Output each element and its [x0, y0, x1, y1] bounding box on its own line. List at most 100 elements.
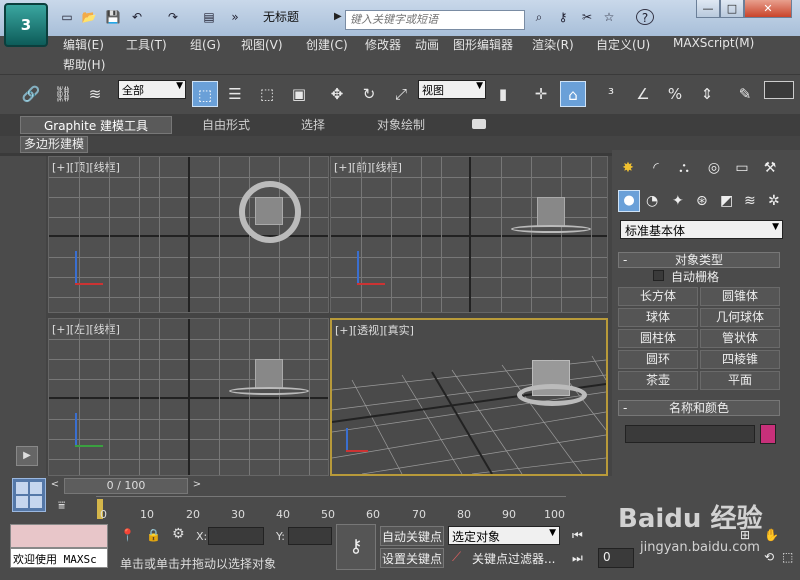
angle-snap-icon[interactable]: ∠ [630, 81, 656, 107]
go-to-start-icon[interactable]: ⏮ [572, 528, 583, 543]
menu-help[interactable]: 帮助(H) [63, 56, 105, 73]
project-icon[interactable]: ▤ [200, 9, 218, 25]
tools-icon[interactable]: ✂ [578, 9, 596, 25]
search-arrow-icon[interactable]: ▶ [334, 11, 342, 22]
tab-graphite[interactable]: Graphite 建模工具 [20, 116, 172, 134]
time-slider[interactable]: 0 / 100 [64, 478, 188, 494]
pyramid-button[interactable]: 四棱锥 [700, 350, 780, 369]
maxscript-listener[interactable] [10, 524, 108, 548]
space-warps-icon[interactable]: ≋ [744, 193, 756, 209]
tab-object-paint[interactable]: 对象绘制 [365, 116, 437, 134]
keyboard-shortcut-icon[interactable]: ⌂ [560, 81, 586, 107]
menu-rendering[interactable]: 渲染(R) [532, 36, 574, 53]
hierarchy-tab-icon[interactable]: ⛬ [672, 156, 696, 180]
torus-button[interactable]: 圆环 [618, 350, 698, 369]
rotate-icon[interactable]: ↻ [356, 81, 382, 107]
menu-edit[interactable]: 编辑(E) [63, 36, 104, 53]
help-icon[interactable]: ? [636, 9, 654, 25]
tab-freeform[interactable]: 自由形式 [190, 116, 262, 134]
set-key-button[interactable]: 设置关键点 [380, 548, 444, 568]
menu-modifiers[interactable]: 修改器 [365, 36, 401, 53]
layout-icon[interactable] [12, 478, 46, 512]
current-frame-field[interactable]: 0 [598, 548, 634, 568]
auto-key-button[interactable]: 自动关键点 [380, 526, 444, 546]
teapot-button[interactable]: 茶壶 [618, 371, 698, 390]
ribbon-options-icon[interactable] [472, 119, 486, 129]
menu-customize[interactable]: 自定义(U) [596, 36, 650, 53]
viewport-perspective[interactable]: [+][透视][真实] [330, 318, 608, 476]
box-object[interactable] [255, 359, 283, 389]
expand-arrow-icon[interactable]: ▶ [16, 446, 38, 466]
viewport-left[interactable]: [+][左][线框] [48, 318, 329, 476]
select-by-name-icon[interactable]: ☰ [222, 81, 248, 107]
sphere-button[interactable]: 球体 [618, 308, 698, 327]
menu-maxscript[interactable]: MAXScript(M) [673, 36, 754, 50]
spinner-snap-icon[interactable]: ⇕ [694, 81, 720, 107]
key-mode-dropdown[interactable]: 选定对象 ▼ [448, 526, 560, 545]
favorite-icon[interactable]: ☆ [600, 9, 618, 25]
manipulate-icon[interactable]: ✛ [528, 81, 554, 107]
category-dropdown[interactable]: 标准基本体 ▼ [620, 220, 783, 239]
move-icon[interactable]: ✥ [324, 81, 350, 107]
geosphere-button[interactable]: 几何球体 [700, 308, 780, 327]
more-icon[interactable]: » [226, 9, 244, 25]
key-icon[interactable]: ⚷ [554, 9, 572, 25]
tab-selection[interactable]: 选择 [285, 116, 341, 134]
box-object[interactable] [255, 197, 283, 225]
transform-mode-icon[interactable]: ⚙ [172, 526, 185, 542]
pin-icon[interactable]: 📍 [120, 528, 135, 542]
menu-graph-editors[interactable]: 图形编辑器 [453, 36, 513, 53]
scale-icon[interactable]: ⤢ [388, 81, 414, 107]
percent-snap-icon[interactable]: % [662, 81, 688, 107]
menu-animation[interactable]: 动画 [415, 36, 439, 53]
torus-object[interactable] [511, 225, 591, 233]
motion-tab-icon[interactable]: ◎ [702, 156, 726, 180]
tube-button[interactable]: 管状体 [700, 329, 780, 348]
x-coordinate-field[interactable] [208, 527, 264, 545]
key-mode-toggle-icon[interactable]: ⏭ [572, 551, 583, 566]
maximize-button[interactable]: □ [720, 0, 744, 18]
curve-editor-icon[interactable]: ⩸ [58, 498, 65, 513]
viewport-top[interactable]: [+][顶][线框] [48, 156, 329, 313]
select-and-link-icon[interactable]: 🔗 [18, 81, 44, 107]
maxscript-input[interactable]: 欢迎使用 MAXSc [10, 548, 108, 568]
key-filters-button[interactable]: 关键点过滤器... [472, 549, 560, 569]
new-file-icon[interactable]: ▭ [58, 9, 76, 25]
cameras-icon[interactable]: ⊛ [696, 193, 708, 209]
torus-object[interactable] [229, 387, 309, 395]
utilities-tab-icon[interactable]: ⚒ [758, 156, 782, 180]
time-slider-prev-icon[interactable]: < [48, 478, 62, 492]
geometry-icon[interactable]: ● [618, 190, 640, 212]
object-type-rollout[interactable]: - 对象类型 [618, 252, 780, 268]
orbit-icon[interactable]: ⟲ [764, 550, 774, 564]
binoculars-icon[interactable]: ⌕ [530, 9, 548, 25]
select-object-icon[interactable]: ⬚ [192, 81, 218, 107]
time-slider-next-icon[interactable]: > [190, 478, 204, 492]
selection-filter-dropdown[interactable]: 全部 ▼ [118, 80, 186, 99]
viewport-front[interactable]: [+][前][线框] [330, 156, 608, 313]
lights-icon[interactable]: ✦ [672, 193, 684, 209]
y-coordinate-field[interactable] [288, 527, 332, 545]
plane-button[interactable]: 平面 [700, 371, 780, 390]
unlink-icon[interactable]: ⛓ [50, 81, 76, 107]
lock-selection-icon[interactable]: 🔒 [146, 528, 161, 542]
undo-icon[interactable]: ↶ [128, 9, 146, 25]
save-icon[interactable]: 💾 [104, 9, 122, 25]
torus-object[interactable] [517, 384, 587, 406]
named-selection-field[interactable] [764, 81, 794, 99]
close-button[interactable]: ✕ [744, 0, 792, 18]
modify-tab-icon[interactable]: ◜ [644, 156, 668, 180]
rectangular-region-icon[interactable]: ⬚ [254, 81, 280, 107]
ribbon-panel-label[interactable]: 多边形建模 [20, 136, 88, 153]
reference-coord-dropdown[interactable]: 视图 ▼ [418, 80, 486, 99]
redo-icon[interactable]: ↷ [164, 9, 182, 25]
edit-named-selection-icon[interactable]: ✎ [732, 81, 758, 107]
box-button[interactable]: 长方体 [618, 287, 698, 306]
pivot-center-icon[interactable]: ▮ [490, 81, 516, 107]
zoom-extents-icon[interactable]: ⊞ [740, 528, 750, 542]
object-name-field[interactable] [625, 425, 755, 443]
display-tab-icon[interactable]: ▭ [730, 156, 754, 180]
shapes-icon[interactable]: ◔ [646, 193, 658, 209]
cylinder-button[interactable]: 圆柱体 [618, 329, 698, 348]
object-color-swatch[interactable] [760, 424, 776, 444]
